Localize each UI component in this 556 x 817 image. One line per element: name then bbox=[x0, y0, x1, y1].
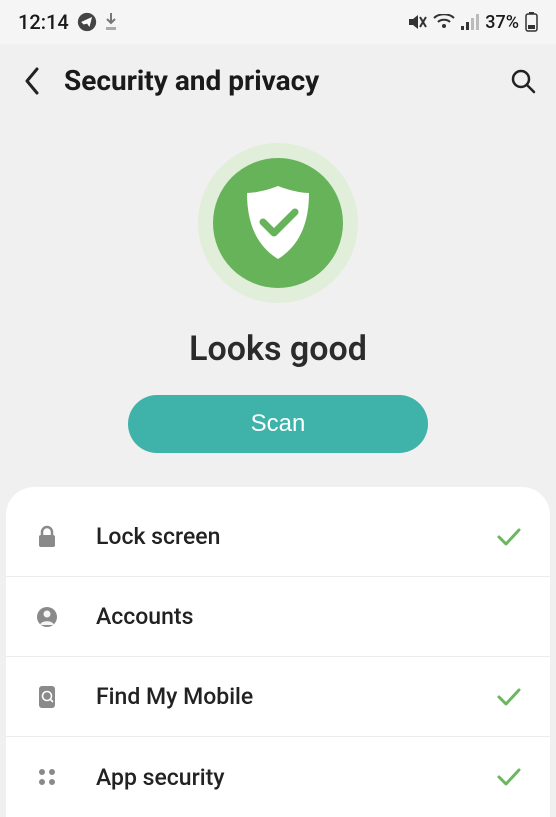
statusbar: 12:14 37% bbox=[0, 0, 556, 44]
list-item-label: Lock screen bbox=[96, 523, 220, 550]
list-item-find-my-mobile[interactable]: Find My Mobile bbox=[6, 657, 550, 737]
scan-button-label: Scan bbox=[251, 410, 306, 438]
wifi-icon bbox=[433, 14, 455, 30]
page-title: Security and privacy bbox=[64, 64, 319, 97]
list-item-accounts[interactable]: Accounts bbox=[6, 577, 550, 657]
list-item-label: Accounts bbox=[96, 603, 193, 630]
check-icon bbox=[496, 767, 522, 787]
account-icon bbox=[32, 606, 62, 628]
list-item-lock-screen[interactable]: Lock screen bbox=[6, 497, 550, 577]
shield-check-icon bbox=[243, 184, 313, 262]
download-icon bbox=[105, 13, 117, 31]
signal-icon bbox=[461, 14, 479, 30]
shield-badge bbox=[198, 143, 358, 303]
mute-icon bbox=[407, 13, 427, 31]
header: Security and privacy bbox=[0, 44, 556, 127]
locate-device-icon bbox=[32, 685, 62, 709]
check-icon bbox=[496, 527, 522, 547]
check-icon bbox=[496, 687, 522, 707]
back-button[interactable] bbox=[18, 67, 46, 95]
security-status-hero: Looks good Scan bbox=[0, 127, 556, 487]
list-item-app-security[interactable]: App security bbox=[6, 737, 550, 817]
lock-icon bbox=[32, 525, 62, 549]
list-item-label: Find My Mobile bbox=[96, 683, 253, 710]
list-item-label: App security bbox=[96, 764, 225, 791]
search-button[interactable] bbox=[508, 66, 538, 96]
security-list: Lock screen Accounts Find My Mobile App … bbox=[6, 487, 550, 817]
battery-percent: 37% bbox=[485, 12, 519, 33]
status-time: 12:14 bbox=[18, 10, 69, 34]
scan-button[interactable]: Scan bbox=[128, 395, 428, 453]
battery-icon bbox=[525, 12, 538, 32]
security-status-text: Looks good bbox=[189, 329, 367, 369]
apps-icon bbox=[32, 767, 62, 787]
telegram-icon bbox=[77, 12, 97, 32]
